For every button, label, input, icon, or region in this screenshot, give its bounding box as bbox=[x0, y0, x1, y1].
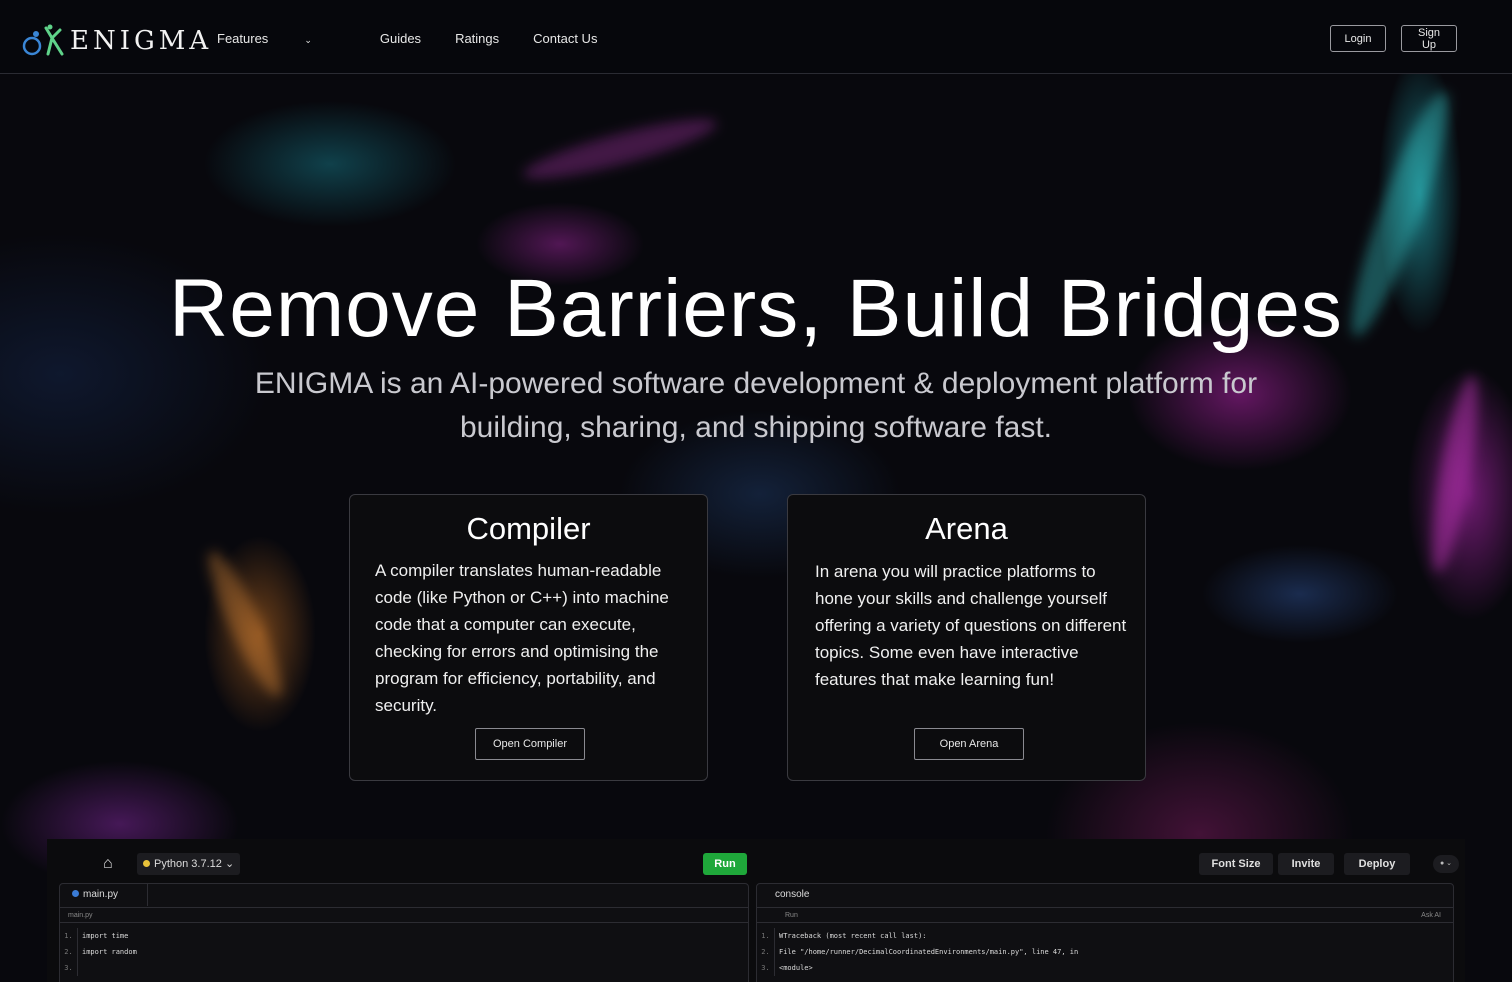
compiler-card-body: A compiler translates human-readable cod… bbox=[375, 561, 669, 715]
nav-ratings[interactable]: Ratings bbox=[455, 31, 499, 46]
line-number: 3. bbox=[60, 960, 78, 976]
code-editor[interactable]: 1. import time 2. import random 3. bbox=[60, 928, 748, 976]
ide-preview: ⌂ Python 3.7.12 ⌄ Run Font Size Invite D… bbox=[47, 839, 1465, 982]
file-breadcrumb: main.py bbox=[60, 907, 748, 923]
hero-title: Remove Barriers, Build Bridges bbox=[169, 263, 1343, 354]
arena-card-body: In arena you will practice platforms to … bbox=[815, 562, 1127, 689]
open-compiler-button[interactable]: Open Compiler bbox=[475, 728, 585, 760]
decorative-streak bbox=[1422, 372, 1488, 576]
code-line: 3. bbox=[60, 960, 748, 976]
tab-label: main.py bbox=[83, 889, 119, 900]
console-text: <module> bbox=[779, 964, 813, 972]
brand-name: ENIGMA bbox=[70, 26, 213, 56]
chevron-down-icon: ⌄ bbox=[304, 35, 312, 45]
chevron-down-icon: ⌄ bbox=[221, 858, 235, 870]
login-button[interactable]: Login bbox=[1330, 25, 1386, 52]
language-label: Python 3.7.12 bbox=[154, 858, 222, 870]
avatar[interactable]: ● ⌄ bbox=[1433, 855, 1459, 873]
nav-features-label: Features bbox=[217, 31, 269, 46]
line-number: 1. bbox=[757, 928, 775, 944]
signup-button[interactable]: Sign Up bbox=[1401, 25, 1457, 52]
line-number: 3. bbox=[757, 960, 775, 976]
python-icon bbox=[143, 860, 150, 867]
console-title: console bbox=[775, 889, 810, 900]
nav-links: Features ⌄ Guides Ratings Contact Us bbox=[217, 31, 631, 46]
code-text: import time bbox=[82, 932, 129, 940]
ask-ai-button[interactable]: Ask AI bbox=[1421, 908, 1441, 923]
hero-subtitle: ENIGMA is an AI-powered software develop… bbox=[254, 367, 1258, 444]
python-icon bbox=[72, 890, 79, 897]
line-number: 2. bbox=[757, 944, 775, 960]
console-pane: console Run Ask AI 1. WTraceback (most rec… bbox=[756, 883, 1454, 982]
home-icon[interactable]: ⌂ bbox=[103, 855, 113, 873]
nav-contact-us[interactable]: Contact Us bbox=[533, 31, 597, 46]
code-line: 2. import random bbox=[60, 944, 748, 960]
line-number: 1. bbox=[60, 928, 78, 944]
brand-logo[interactable]: ENIGMA bbox=[22, 24, 212, 58]
language-selector[interactable]: Python 3.7.12 ⌄ bbox=[137, 853, 241, 875]
arena-card: Arena In arena you will practice platfor… bbox=[787, 494, 1146, 781]
console-output: 1. WTraceback (most recent call last): 2.… bbox=[757, 928, 1453, 976]
console-line: 3. <module> bbox=[757, 960, 1453, 976]
editor-pane: main.py main.py 1. import time 2. import r… bbox=[59, 883, 749, 982]
invite-button[interactable]: Invite bbox=[1278, 853, 1334, 875]
font-size-button[interactable]: Font Size bbox=[1199, 853, 1273, 875]
console-toolbar: Run Ask AI bbox=[757, 907, 1453, 923]
decorative-streak bbox=[197, 545, 293, 703]
code-line: 1. import time bbox=[60, 928, 748, 944]
deploy-button[interactable]: Deploy bbox=[1344, 853, 1410, 875]
open-arena-button[interactable]: Open Arena bbox=[914, 728, 1024, 760]
enigma-logo-icon bbox=[22, 24, 64, 56]
compiler-card: Compiler A compiler translates human-rea… bbox=[349, 494, 708, 781]
console-line: 1. WTraceback (most recent call last): bbox=[757, 928, 1453, 944]
tab-main-py[interactable]: main.py bbox=[60, 884, 148, 906]
console-run-label[interactable]: Run bbox=[785, 912, 798, 919]
console-text: File "/home/runner/DecimalCoordinatedEnv… bbox=[779, 948, 1079, 956]
decorative-streak bbox=[519, 108, 721, 190]
nav-guides[interactable]: Guides bbox=[380, 31, 421, 46]
run-button[interactable]: Run bbox=[703, 853, 747, 875]
code-text: import random bbox=[82, 948, 137, 956]
top-navbar: ENIGMA Features ⌄ Guides Ratings Contact … bbox=[0, 0, 1512, 74]
line-number: 2. bbox=[60, 944, 78, 960]
compiler-card-title: Compiler bbox=[466, 511, 591, 546]
file-name: main.py bbox=[68, 912, 93, 919]
console-line: 2. File "/home/runner/DecimalCoordinated… bbox=[757, 944, 1453, 960]
arena-card-title: Arena bbox=[925, 511, 1008, 546]
nav-features[interactable]: Features ⌄ bbox=[217, 31, 346, 46]
console-text: WTraceback (most recent call last): bbox=[779, 932, 927, 940]
